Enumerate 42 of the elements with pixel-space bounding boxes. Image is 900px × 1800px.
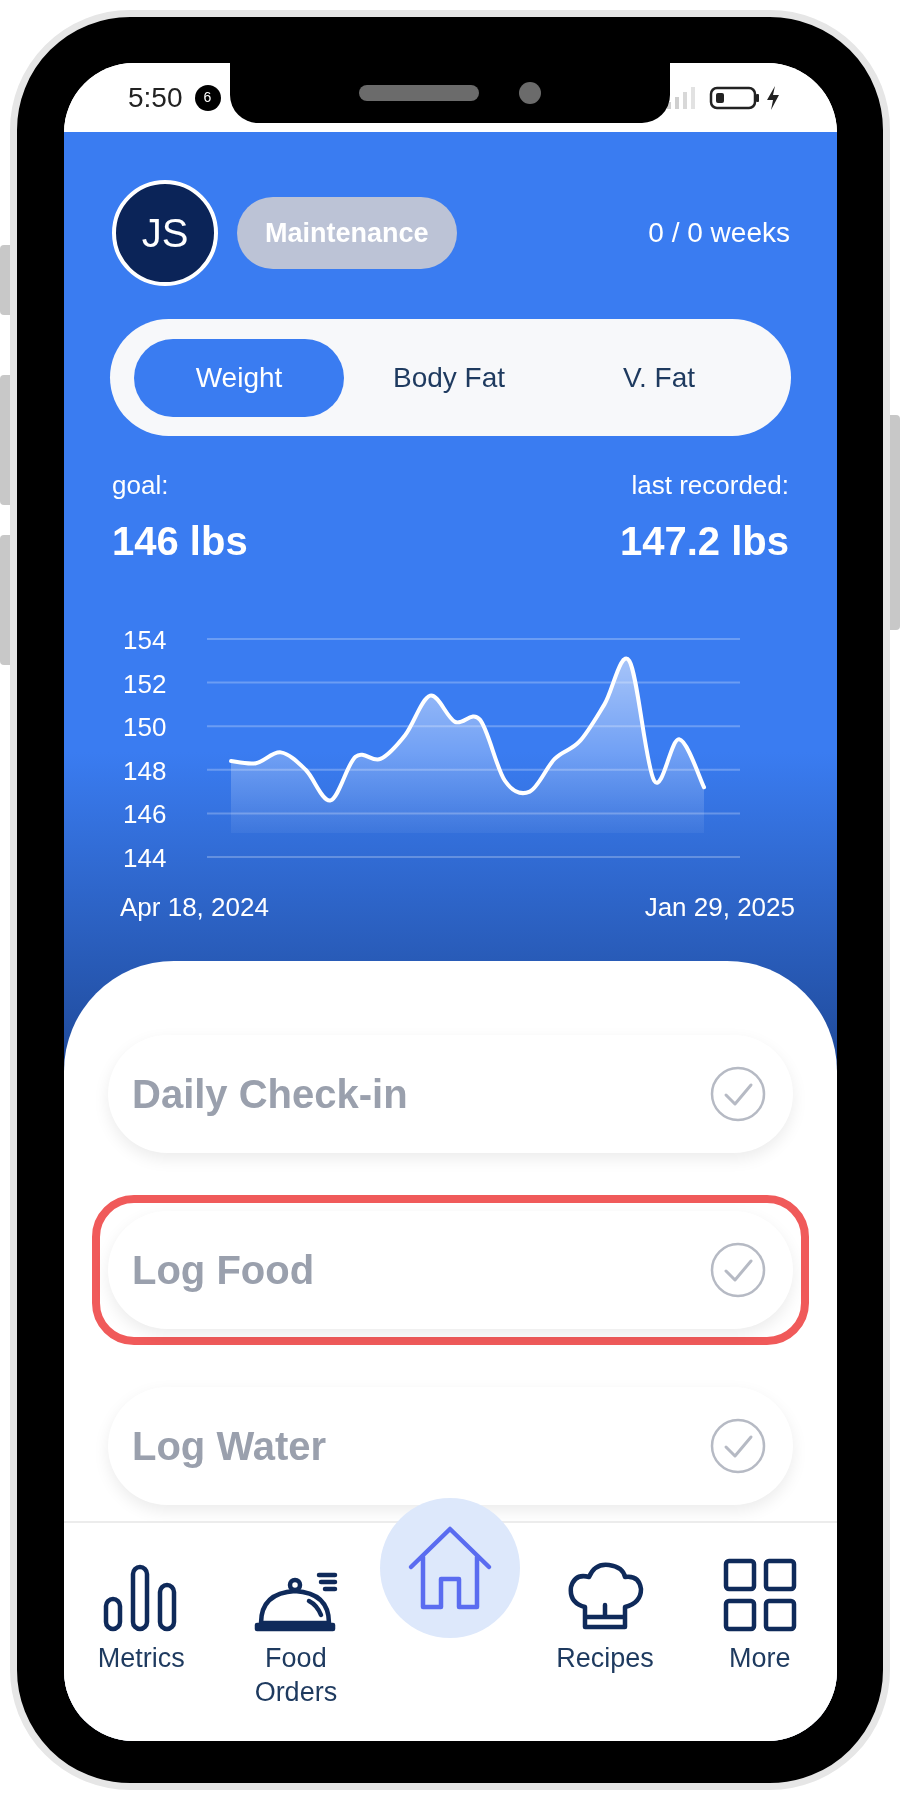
y-axis-label: 154	[123, 625, 167, 655]
nav-tab[interactable]: Food Orders	[218, 1523, 374, 1741]
nav-label: Recipes	[555, 1642, 655, 1675]
y-axis-label: 150	[123, 712, 167, 743]
nav-tab[interactable]: Recipes	[527, 1523, 683, 1741]
metric-tab[interactable]: Body Fat	[344, 338, 554, 417]
nav-label: Food Orders	[253, 1642, 339, 1709]
phase-badge: Maintenance	[237, 197, 457, 269]
task-label: Log Food	[132, 1247, 316, 1294]
nav-tab[interactable]: More	[682, 1523, 837, 1741]
last-recorded-value: 147.2 lbs	[620, 518, 789, 565]
side-button[interactable]	[890, 415, 900, 630]
y-axis-label: 146	[123, 799, 167, 830]
nav-label: More	[727, 1642, 792, 1675]
signal-icon	[665, 85, 695, 110]
metric-tab[interactable]: V. Fat	[554, 338, 764, 417]
check-circle-icon[interactable]	[709, 1417, 767, 1475]
task-label: Log Water	[132, 1423, 328, 1470]
check-circle-icon[interactable]	[709, 1241, 767, 1299]
side-button[interactable]	[0, 535, 10, 665]
nav-label: Metrics	[96, 1642, 186, 1675]
side-button[interactable]	[0, 375, 10, 505]
end-date: Jan 29, 2025	[644, 892, 795, 921]
charging-icon	[765, 84, 781, 111]
check-circle-icon[interactable]	[709, 1065, 767, 1123]
notification-badge: 6	[194, 84, 221, 111]
status-time: 5:50	[128, 80, 183, 115]
grid-icon	[721, 1557, 798, 1633]
y-axis-label: 148	[123, 755, 167, 786]
nav-tab[interactable]: Metrics	[64, 1523, 219, 1741]
y-axis-label: 152	[123, 668, 167, 699]
metric-tab[interactable]: Weight	[134, 338, 344, 417]
task-label: Daily Check-in	[132, 1071, 409, 1118]
battery-icon	[709, 84, 761, 111]
goal-label: goal:	[112, 469, 170, 502]
avatar[interactable]: JS	[112, 180, 218, 286]
side-button[interactable]	[0, 245, 10, 315]
food-cloche-icon	[252, 1571, 339, 1633]
last-recorded-label: last recorded:	[631, 469, 789, 502]
y-axis-label: 144	[123, 843, 167, 873]
start-date: Apr 18, 2024	[120, 892, 269, 921]
goal-value: 146 lbs	[112, 518, 248, 565]
